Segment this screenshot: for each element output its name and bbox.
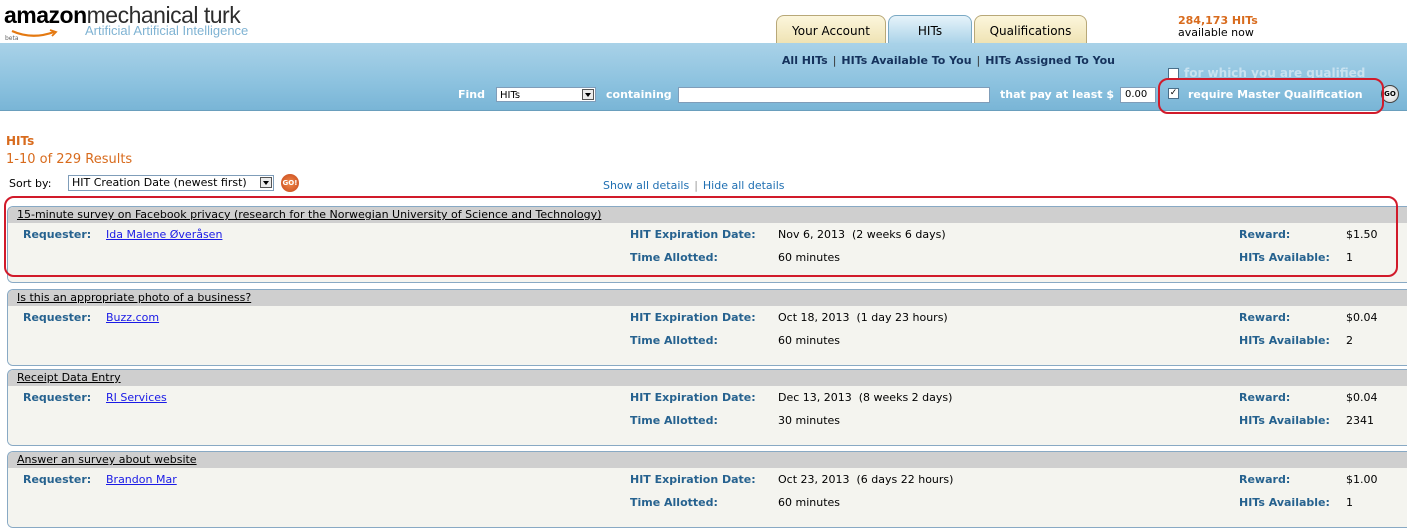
results-summary: 1-10 of 229 Results xyxy=(6,152,133,167)
time-allotted-value: 30 minutes xyxy=(778,414,841,427)
hit-title-link[interactable]: Receipt Data Entry xyxy=(17,371,121,384)
hit-title-link[interactable]: 15-minute survey on Facebook privacy (re… xyxy=(17,208,601,221)
master-qualification-label: require Master Qualification xyxy=(1188,88,1363,101)
requester-link[interactable]: RI Services xyxy=(106,391,167,404)
reward-value: $1.50 xyxy=(1346,228,1378,241)
requester-link[interactable]: Ida Malene Øveråsen xyxy=(106,228,222,241)
expiration-value: Oct 18, 2013 (1 day 23 hours) xyxy=(778,311,948,324)
logo-amazon-text: amazon xyxy=(4,2,87,28)
expiration-label: HIT Expiration Date: xyxy=(630,311,756,324)
qualified-checkbox[interactable] xyxy=(1168,68,1179,79)
hit-item: Receipt Data Entry Requester: RI Service… xyxy=(7,369,1407,446)
min-reward-input[interactable]: 0.00 xyxy=(1120,87,1156,103)
tab-qualifications[interactable]: Qualifications xyxy=(974,15,1087,43)
reward-label: Reward: xyxy=(1239,391,1291,404)
hide-all-details-link[interactable]: Hide all details xyxy=(703,179,785,192)
requester-label: Requester: xyxy=(23,473,92,486)
min-pay-label: that pay at least $ xyxy=(1000,88,1115,101)
find-label: Find xyxy=(458,88,485,101)
time-allotted-label: Time Allotted: xyxy=(630,414,718,427)
hits-available-value: 1 xyxy=(1346,496,1353,509)
expiration-value: Oct 23, 2013 (6 days 22 hours) xyxy=(778,473,954,486)
hit-item: Is this an appropriate photo of a busine… xyxy=(7,289,1407,366)
hits-available-label: HITs Available: xyxy=(1239,414,1330,427)
logo-tagline: Artificial Artificial Intelligence xyxy=(85,23,249,38)
master-qualification-checkbox[interactable]: ✓ xyxy=(1168,88,1179,99)
beta-label: beta xyxy=(5,35,19,42)
qualified-label: for which you are qualified xyxy=(1184,66,1366,80)
containing-label: containing xyxy=(606,88,672,101)
reward-label: Reward: xyxy=(1239,228,1291,241)
expiration-value: Nov 6, 2013 (2 weeks 6 days) xyxy=(778,228,946,241)
page-title: HITs xyxy=(6,134,35,148)
hits-available-count: 284,173 HITs available now xyxy=(1178,15,1258,39)
hits-available-link[interactable]: HITs Available To You xyxy=(841,54,971,67)
time-allotted-label: Time Allotted: xyxy=(630,496,718,509)
requester-link[interactable]: Buzz.com xyxy=(106,311,159,324)
reward-value: $0.04 xyxy=(1346,311,1378,324)
hits-available-label: HITs Available: xyxy=(1239,496,1330,509)
hits-count-sub: available now xyxy=(1178,26,1254,39)
tab-hits[interactable]: HITs xyxy=(888,15,972,44)
find-type-select[interactable]: HITs xyxy=(496,87,596,102)
show-all-details-link[interactable]: Show all details xyxy=(603,179,689,192)
time-allotted-value: 60 minutes xyxy=(778,496,841,509)
expiration-label: HIT Expiration Date: xyxy=(630,228,756,241)
amazon-mechanical-turk-logo[interactable]: amazonmechanical turk Artificial Artific… xyxy=(4,2,304,42)
reward-value: $1.00 xyxy=(1346,473,1378,486)
hits-available-label: HITs Available: xyxy=(1239,251,1330,264)
reward-label: Reward: xyxy=(1239,473,1291,486)
reward-label: Reward: xyxy=(1239,311,1291,324)
hits-available-value: 1 xyxy=(1346,251,1353,264)
hits-assigned-link[interactable]: HITs Assigned To You xyxy=(985,54,1115,67)
hit-item: 15-minute survey on Facebook privacy (re… xyxy=(7,206,1407,283)
expiration-value: Dec 13, 2013 (8 weeks 2 days) xyxy=(778,391,953,404)
chevron-down-icon xyxy=(260,177,272,188)
hit-title-link[interactable]: Is this an appropriate photo of a busine… xyxy=(17,291,251,304)
keyword-input[interactable] xyxy=(678,87,990,103)
hit-item: Answer an survey about website Requester… xyxy=(7,451,1407,528)
search-go-button[interactable]: GO xyxy=(1381,85,1399,103)
details-toggle: Show all details | Hide all details xyxy=(603,179,785,192)
time-allotted-value: 60 minutes xyxy=(778,334,841,347)
requester-label: Requester: xyxy=(23,228,92,241)
requester-link[interactable]: Brandon Mar xyxy=(106,473,177,486)
requester-label: Requester: xyxy=(23,391,92,404)
all-hits-link[interactable]: All HITs xyxy=(782,54,828,67)
sort-select[interactable]: HIT Creation Date (newest first) xyxy=(68,175,274,191)
hits-available-label: HITs Available: xyxy=(1239,334,1330,347)
time-allotted-label: Time Allotted: xyxy=(630,334,718,347)
hit-title-link[interactable]: Answer an survey about website xyxy=(17,453,197,466)
expiration-label: HIT Expiration Date: xyxy=(630,473,756,486)
sort-go-button[interactable]: GO! xyxy=(281,174,299,192)
hits-available-value: 2 xyxy=(1346,334,1353,347)
time-allotted-label: Time Allotted: xyxy=(630,251,718,264)
sort-label: Sort by: xyxy=(9,177,52,190)
tab-your-account[interactable]: Your Account xyxy=(776,15,886,43)
expiration-label: HIT Expiration Date: xyxy=(630,391,756,404)
time-allotted-value: 60 minutes xyxy=(778,251,841,264)
requester-label: Requester: xyxy=(23,311,92,324)
reward-value: $0.04 xyxy=(1346,391,1378,404)
hits-available-value: 2341 xyxy=(1346,414,1374,427)
hit-subnav: All HITs | HITs Available To You | HITs Assi… xyxy=(781,54,1115,67)
chevron-down-icon xyxy=(582,89,594,100)
